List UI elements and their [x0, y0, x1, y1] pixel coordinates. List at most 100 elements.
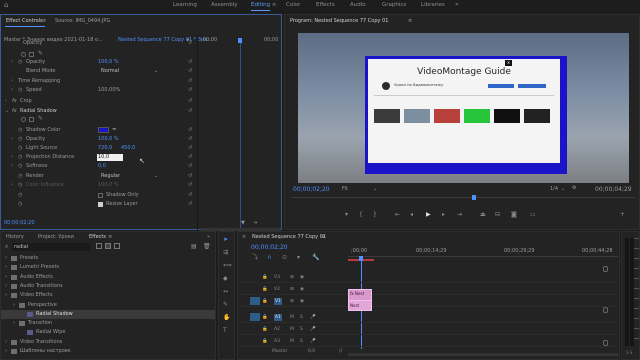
light-source-y[interactable]: 450,0 — [121, 145, 135, 152]
sync-lock-icon[interactable]: ⊞ — [290, 274, 294, 281]
workspace-tab-graphics[interactable]: Graphics — [382, 0, 406, 11]
chevron-right-icon[interactable]: › — [13, 301, 15, 310]
track-label-v3[interactable]: V3 — [274, 274, 280, 281]
reset-icon[interactable]: ↺ — [188, 145, 192, 152]
effects-more-icon[interactable]: » — [207, 232, 210, 242]
effects-menu-icon[interactable]: ≡ — [108, 232, 112, 242]
speed-stopwatch-icon[interactable]: ◷ — [18, 87, 22, 94]
timeline-menu-icon[interactable]: ≡ — [321, 232, 325, 242]
light-stopwatch-icon[interactable]: ◷ — [18, 145, 22, 152]
lift-icon[interactable]: ⏏ — [480, 211, 486, 219]
effects-tree-item[interactable]: › Video Transitions — [1, 338, 215, 347]
opacity2-expand-icon[interactable]: › — [11, 136, 13, 143]
timeline-timecode[interactable]: 00;00;02;20 — [251, 244, 288, 251]
program-viewer[interactable]: VideoMontage Guide ✕ Уроки по Видеомонта… — [298, 33, 629, 183]
ec-filter-icon[interactable]: ▼ — [241, 220, 245, 226]
add-button-icon[interactable]: + — [620, 211, 625, 219]
opacity-expand-icon[interactable]: › — [11, 59, 13, 66]
eye-icon[interactable]: ◉ — [300, 274, 304, 281]
source-tab[interactable]: Source: IMG_0494.JPG — [55, 16, 110, 26]
home-icon[interactable]: ⌂ — [4, 2, 12, 9]
type-tool-icon[interactable]: T — [223, 327, 227, 335]
timeline-hscroll[interactable] — [348, 353, 618, 356]
chevron-right-icon[interactable]: › — [5, 291, 7, 300]
shadow-color-swatch[interactable] — [98, 127, 109, 133]
eyedropper-icon[interactable]: ✒ — [112, 126, 117, 133]
hand-tool-icon[interactable]: ✋ — [223, 314, 230, 322]
workspace-tab-effects[interactable]: Effects — [316, 0, 335, 11]
eye-icon[interactable]: ◉ — [300, 286, 304, 293]
chevron-right-icon[interactable]: › — [5, 263, 7, 272]
speed-expand-icon[interactable]: › — [11, 87, 13, 94]
time-remap-expand-icon[interactable]: › — [11, 78, 13, 85]
timeline-ruler[interactable] — [348, 256, 618, 257]
resize-layer-checkbox[interactable] — [98, 202, 103, 207]
color-influence-expand-icon[interactable]: › — [11, 182, 13, 189]
shadow-only-stopwatch-icon[interactable]: ◷ — [18, 192, 22, 199]
soft-stopwatch-icon[interactable]: ◷ — [18, 163, 22, 170]
clip-a1[interactable]: Nest — [348, 300, 372, 311]
sync-lock-icon[interactable]: ⊞ — [290, 286, 294, 293]
workspace-tab-assembly[interactable]: Assembly — [211, 0, 238, 11]
nest-toggle-icon[interactable]: ⤵ — [252, 254, 258, 262]
chevron-right-icon[interactable]: › — [5, 338, 7, 347]
render-select[interactable]: Regular — [101, 173, 120, 180]
mic-icon[interactable]: 🎤 — [310, 314, 316, 321]
step-forward-icon[interactable]: ▸ — [442, 211, 445, 219]
effects-tree-item[interactable]: › Video Effects — [1, 291, 215, 300]
fx-crop-badge[interactable]: fx — [12, 98, 17, 105]
workspace-tab-learning[interactable]: Learning — [173, 0, 197, 11]
render-chevron-down-icon[interactable]: ⌄ — [154, 173, 158, 179]
timeline-scroll-handle[interactable] — [603, 340, 608, 346]
color-influence-value[interactable]: 100,0 % — [98, 182, 119, 189]
effects-tree-item[interactable]: › Presets — [1, 254, 215, 263]
yuv-effects-icon[interactable] — [114, 243, 120, 249]
color-influence-stopwatch-icon[interactable]: ◷ — [18, 182, 22, 189]
reset-icon[interactable]: ↺ — [188, 108, 192, 115]
lock-icon[interactable]: 🔒 — [262, 286, 268, 293]
lock-icon[interactable]: 🔒 — [262, 274, 268, 281]
reset-icon[interactable]: ↺ — [188, 192, 192, 199]
proj-expand-icon[interactable]: › — [11, 154, 13, 161]
reset-icon[interactable]: ↺ — [188, 40, 192, 47]
settings-wrench-icon[interactable]: ⚙ — [572, 185, 576, 191]
selection-tool-icon[interactable]: ➤ — [223, 236, 228, 244]
reset-icon[interactable]: ↺ — [188, 127, 192, 134]
effects-tab[interactable]: Effects — [89, 232, 106, 242]
reset-icon[interactable]: ↺ — [188, 136, 192, 143]
step-back-icon[interactable]: ◂ — [410, 211, 413, 219]
chevron-right-icon[interactable]: › — [5, 347, 7, 356]
program-timecode[interactable]: 00;00;02;20 — [293, 186, 330, 193]
effects-tree-item[interactable]: › Audio Effects — [1, 273, 215, 282]
extract-icon[interactable]: ⊟ — [495, 211, 500, 219]
mic-icon[interactable]: 🎤 — [310, 338, 316, 345]
fit-chevron-down-icon[interactable]: ⌄ — [373, 186, 377, 192]
softness-value[interactable]: 0,0 — [98, 163, 106, 170]
track-label-v2[interactable]: V2 — [274, 286, 280, 293]
fx-radial-badge[interactable]: fx — [12, 108, 17, 115]
speed-value[interactable]: 100,00% — [98, 87, 120, 94]
go-to-out-icon[interactable]: ⇥ — [457, 211, 462, 219]
reset-icon[interactable]: ↺ — [188, 78, 192, 85]
more-workspaces-icon[interactable]: » — [455, 1, 459, 8]
eye-icon[interactable]: ◉ — [300, 298, 304, 305]
timeline-close-icon[interactable]: × — [242, 232, 246, 242]
track-label-a2[interactable]: A2 — [274, 326, 280, 333]
effects-tree-item[interactable]: › Lumetri Presets — [1, 263, 215, 272]
add-marker-icon[interactable]: ▾ — [345, 211, 348, 219]
resolution-chevron-down-icon[interactable]: ⌄ — [561, 186, 565, 192]
ripple-edit-icon[interactable]: ⟺ — [223, 262, 232, 270]
render-stopwatch-icon[interactable]: ◷ — [18, 173, 22, 180]
effect-controls-tab[interactable]: Effect Controls — [6, 16, 43, 26]
solo-icon[interactable]: S — [300, 338, 303, 345]
rectangle-mask-icon[interactable] — [29, 52, 34, 57]
effects-search-input[interactable] — [12, 243, 90, 251]
resize-stopwatch-icon[interactable]: ◷ — [18, 201, 22, 208]
source-patch-a1[interactable] — [250, 313, 260, 321]
master-value[interactable]: 0,0 — [308, 348, 315, 355]
track-label-a1[interactable]: A1 — [274, 314, 282, 321]
snap-icon[interactable]: ∩ — [267, 254, 271, 262]
timeline-scroll-handle[interactable] — [603, 266, 608, 272]
fit-select[interactable]: Fit — [342, 186, 348, 193]
timeline-scroll-handle[interactable] — [603, 307, 608, 313]
